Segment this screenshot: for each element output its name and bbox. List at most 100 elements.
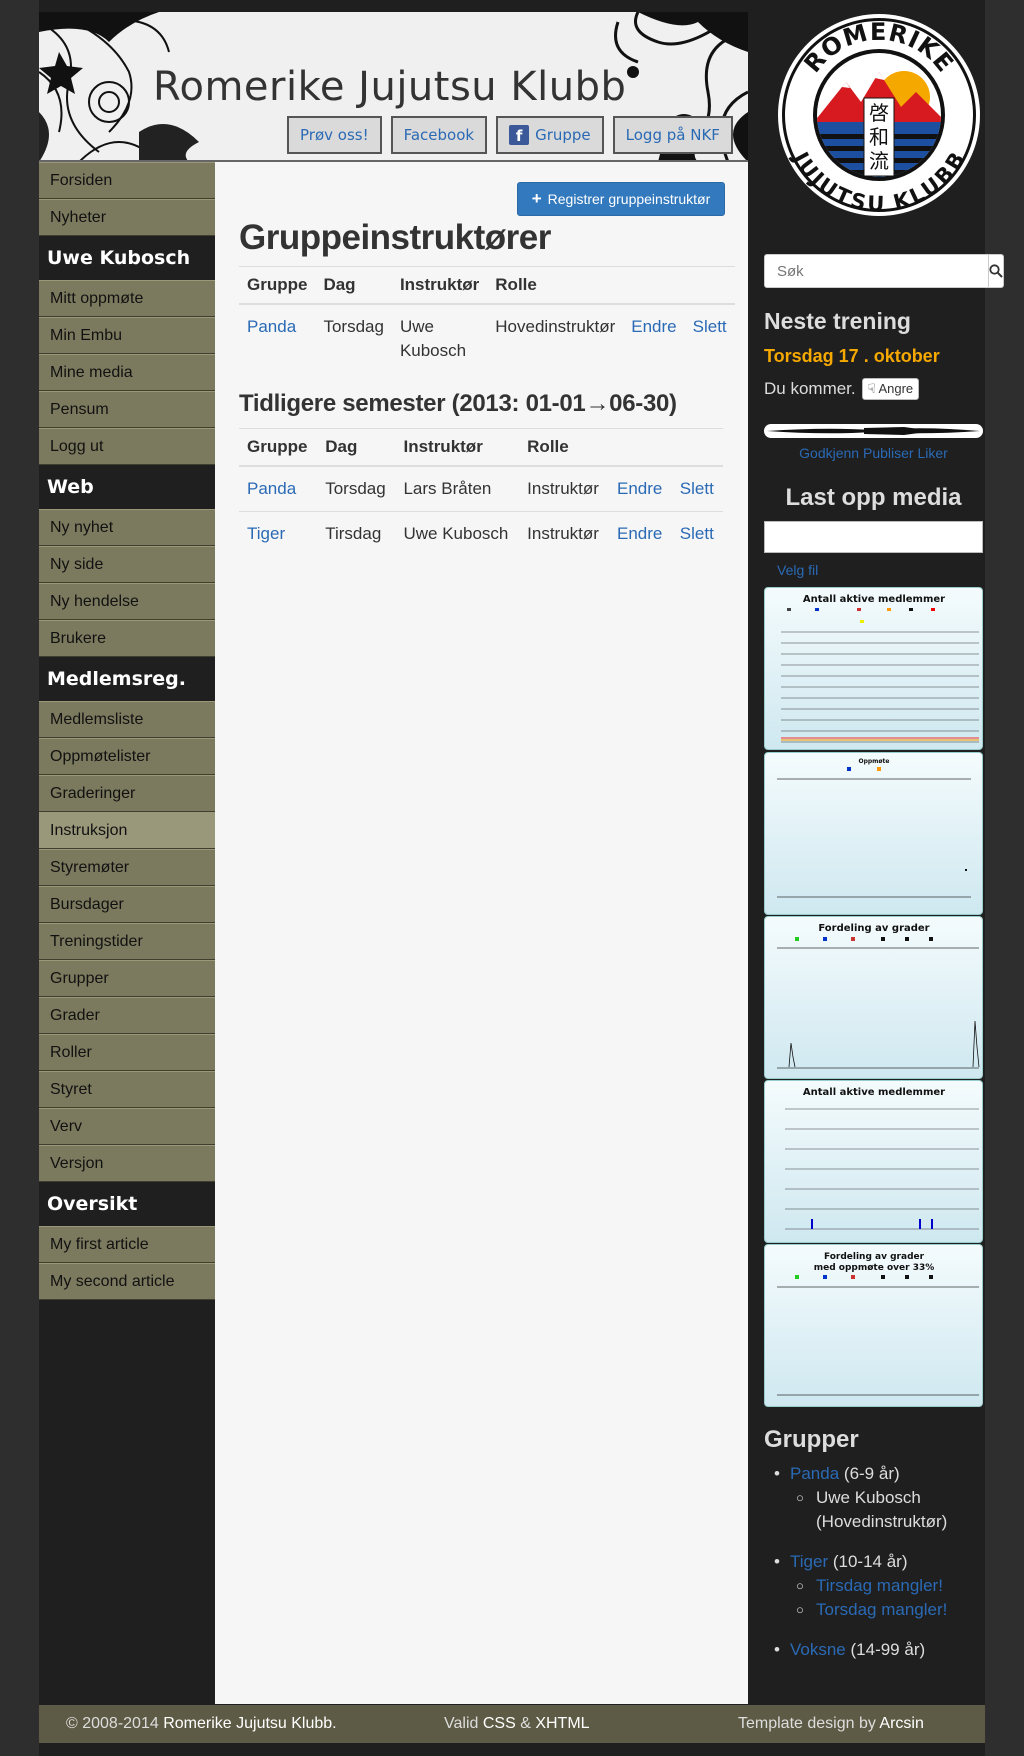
header-buttons: Prøv oss! Facebook f Gruppe Logg på NKF — [287, 116, 733, 154]
missing-thursday-link[interactable]: Torsdag mangler! — [816, 1600, 947, 1619]
nav-item-graderinger[interactable]: Graderinger — [39, 775, 215, 812]
thumb-title: Antall aktive medlemmer — [803, 594, 945, 605]
site-title: Romerike Jujutsu Klubb — [153, 64, 627, 110]
chart-thumbnail-grade-distribution-attendance[interactable]: Fordeling av grader med oppmøte over 33% — [764, 1244, 983, 1407]
like-link[interactable]: Liker — [917, 445, 947, 461]
chart-thumbnail-attendance[interactable]: Oppmøte — [764, 752, 983, 915]
facebook-button[interactable]: Facebook — [390, 116, 488, 154]
edit-link[interactable]: Endre — [631, 317, 676, 336]
missing-tuesday-link[interactable]: Tirsdag mangler! — [816, 1576, 943, 1595]
group-link[interactable]: Panda — [247, 317, 296, 336]
facebook-group-button[interactable]: f Gruppe — [496, 116, 604, 154]
next-training-date: Torsdag 17 . oktober — [764, 346, 940, 366]
nav-item-ny-side[interactable]: Ny side — [39, 546, 215, 583]
approve-link[interactable]: Godkjenn — [799, 445, 859, 461]
nav-item-styremoter[interactable]: Styremøter — [39, 849, 215, 886]
nav-item-second-article[interactable]: My second article — [39, 1263, 215, 1300]
nav-item-ny-hendelse[interactable]: Ny hendelse — [39, 583, 215, 620]
thumb-subtitle: med oppmøte over 33% — [814, 1263, 935, 1273]
group-link-voksne[interactable]: Voksne — [790, 1640, 846, 1659]
register-instructor-label: Registrer gruppeinstruktør — [547, 191, 711, 207]
nav-item-ny-nyhet[interactable]: Ny nyhet — [39, 509, 215, 546]
register-instructor-button[interactable]: + Registrer gruppeinstruktør — [517, 182, 725, 216]
col-rolle: Rolle — [519, 428, 609, 467]
group-instructor: Uwe Kubosch (Hovedinstruktør) — [790, 1486, 983, 1534]
facebook-group-label: Gruppe — [535, 126, 591, 144]
upload-media-title: Last opp media — [785, 484, 962, 511]
instructor-cell: Uwe Kubosch — [395, 511, 520, 557]
attending-text: Du kommer. — [764, 379, 856, 398]
nav-item-styret[interactable]: Styret — [39, 1071, 215, 1108]
nav-item-min-embu[interactable]: Min Embu — [39, 317, 215, 354]
footer-club-link[interactable]: Romerike Jujutsu Klubb. — [163, 1715, 336, 1732]
nav-item-roller[interactable]: Roller — [39, 1034, 215, 1071]
logo-char-3: 流 — [869, 149, 889, 173]
col-gruppe: Gruppe — [239, 266, 316, 305]
publish-link[interactable]: Publiser — [863, 445, 914, 461]
chart-thumbnail-active-members[interactable]: Antall aktive medlemmer — [764, 587, 983, 750]
search-input[interactable] — [764, 254, 989, 288]
nav-section-user: Uwe Kubosch — [39, 236, 215, 280]
try-us-button[interactable]: Prøv oss! — [287, 116, 382, 154]
club-logo[interactable]: 啓 和 流 ROMERIKE JUJUTSU KLUBB — [776, 12, 982, 218]
footer-copyright: © 2008-2014 Romerike Jujutsu Klubb. — [66, 1715, 337, 1733]
nav-item-pensum[interactable]: Pensum — [39, 391, 215, 428]
chart-thumbnail-graphic: Antall aktive medlemmer — [785, 1087, 979, 1230]
nav-item-mine-media[interactable]: Mine media — [39, 354, 215, 391]
edit-link[interactable]: Endre — [617, 479, 662, 498]
delete-link[interactable]: Slett — [680, 524, 714, 543]
main-content: + Registrer gruppeinstruktør Gruppeinstr… — [215, 162, 748, 1704]
nav-item-grader[interactable]: Grader — [39, 997, 215, 1034]
search-icon — [989, 264, 1003, 278]
nav-item-first-article[interactable]: My first article — [39, 1226, 215, 1263]
upload-dropzone[interactable] — [764, 521, 983, 553]
group-ages: (10-14 år) — [832, 1552, 908, 1571]
chart-thumbnail-active-members-2[interactable]: Antall aktive medlemmer — [764, 1080, 983, 1243]
nav-item-instruksjon[interactable]: Instruksjon — [39, 812, 215, 849]
current-instructors-table: Gruppe Dag Instruktør Rolle Panda Torsda… — [239, 266, 735, 374]
thumb-title: Antall aktive medlemmer — [803, 1087, 945, 1098]
col-gruppe: Gruppe — [239, 428, 318, 467]
css-link[interactable]: CSS — [483, 1715, 516, 1732]
page-title: Gruppeinstruktører — [239, 218, 551, 257]
col-dag: Dag — [315, 266, 392, 305]
nav-item-treningstider[interactable]: Treningstider — [39, 923, 215, 960]
list-item: Panda (6-9 år) Uwe Kubosch (Hovedinstruk… — [764, 1462, 983, 1534]
chart-thumbnail-graphic: Fordeling av grader — [777, 923, 980, 1069]
col-instruktor: Instruktør — [395, 428, 520, 467]
nav-item-forsiden[interactable]: Forsiden — [39, 162, 215, 199]
search-button[interactable] — [989, 254, 1004, 288]
nav-item-bursdager[interactable]: Bursdager — [39, 886, 215, 923]
nkf-login-button[interactable]: Logg på NKF — [612, 116, 733, 154]
nav-item-versjon[interactable]: Versjon — [39, 1145, 215, 1182]
group-link[interactable]: Panda — [247, 479, 296, 498]
delete-link[interactable]: Slett — [693, 317, 727, 336]
nav-item-oppmotelister[interactable]: Oppmøtelister — [39, 738, 215, 775]
nav-item-nyheter[interactable]: Nyheter — [39, 199, 215, 236]
undo-button[interactable]: ☟ Angre — [861, 378, 920, 400]
groups-title: Grupper — [764, 1426, 859, 1453]
chart-thumbnail-grade-distribution[interactable]: Fordeling av grader — [764, 916, 983, 1079]
day-cell: Torsdag — [315, 303, 392, 374]
list-item: Voksne (14-99 år) — [764, 1638, 983, 1662]
instructor-cell: Lars Bråten — [395, 465, 520, 512]
nav-item-brukere[interactable]: Brukere — [39, 620, 215, 657]
xhtml-link[interactable]: XHTML — [535, 1715, 589, 1732]
previous-instructors-table: Gruppe Dag Instruktør Rolle Panda Torsda… — [239, 428, 723, 557]
logo-char-2: 和 — [869, 125, 889, 149]
nav-item-mitt-oppmote[interactable]: Mitt oppmøte — [39, 280, 215, 317]
nav-item-logg-ut[interactable]: Logg ut — [39, 428, 215, 465]
delete-link[interactable]: Slett — [680, 479, 714, 498]
choose-file-link[interactable]: Velg fil — [777, 562, 818, 578]
table-row: Panda Torsdag Lars Bråten Instruktør End… — [239, 465, 723, 512]
group-link-panda[interactable]: Panda — [790, 1464, 839, 1483]
nav-item-verv[interactable]: Verv — [39, 1108, 215, 1145]
edit-link[interactable]: Endre — [617, 524, 662, 543]
instructor-cell: Uwe Kubosch — [391, 303, 488, 374]
nav-item-medlemsliste[interactable]: Medlemsliste — [39, 701, 215, 738]
group-link[interactable]: Tiger — [247, 524, 285, 543]
chart-thumbnail-graphic: Fordeling av grader med oppmøte over 33% — [777, 1252, 979, 1396]
group-link-tiger[interactable]: Tiger — [790, 1552, 828, 1571]
designer-link[interactable]: Arcsin — [879, 1715, 923, 1732]
nav-item-grupper[interactable]: Grupper — [39, 960, 215, 997]
